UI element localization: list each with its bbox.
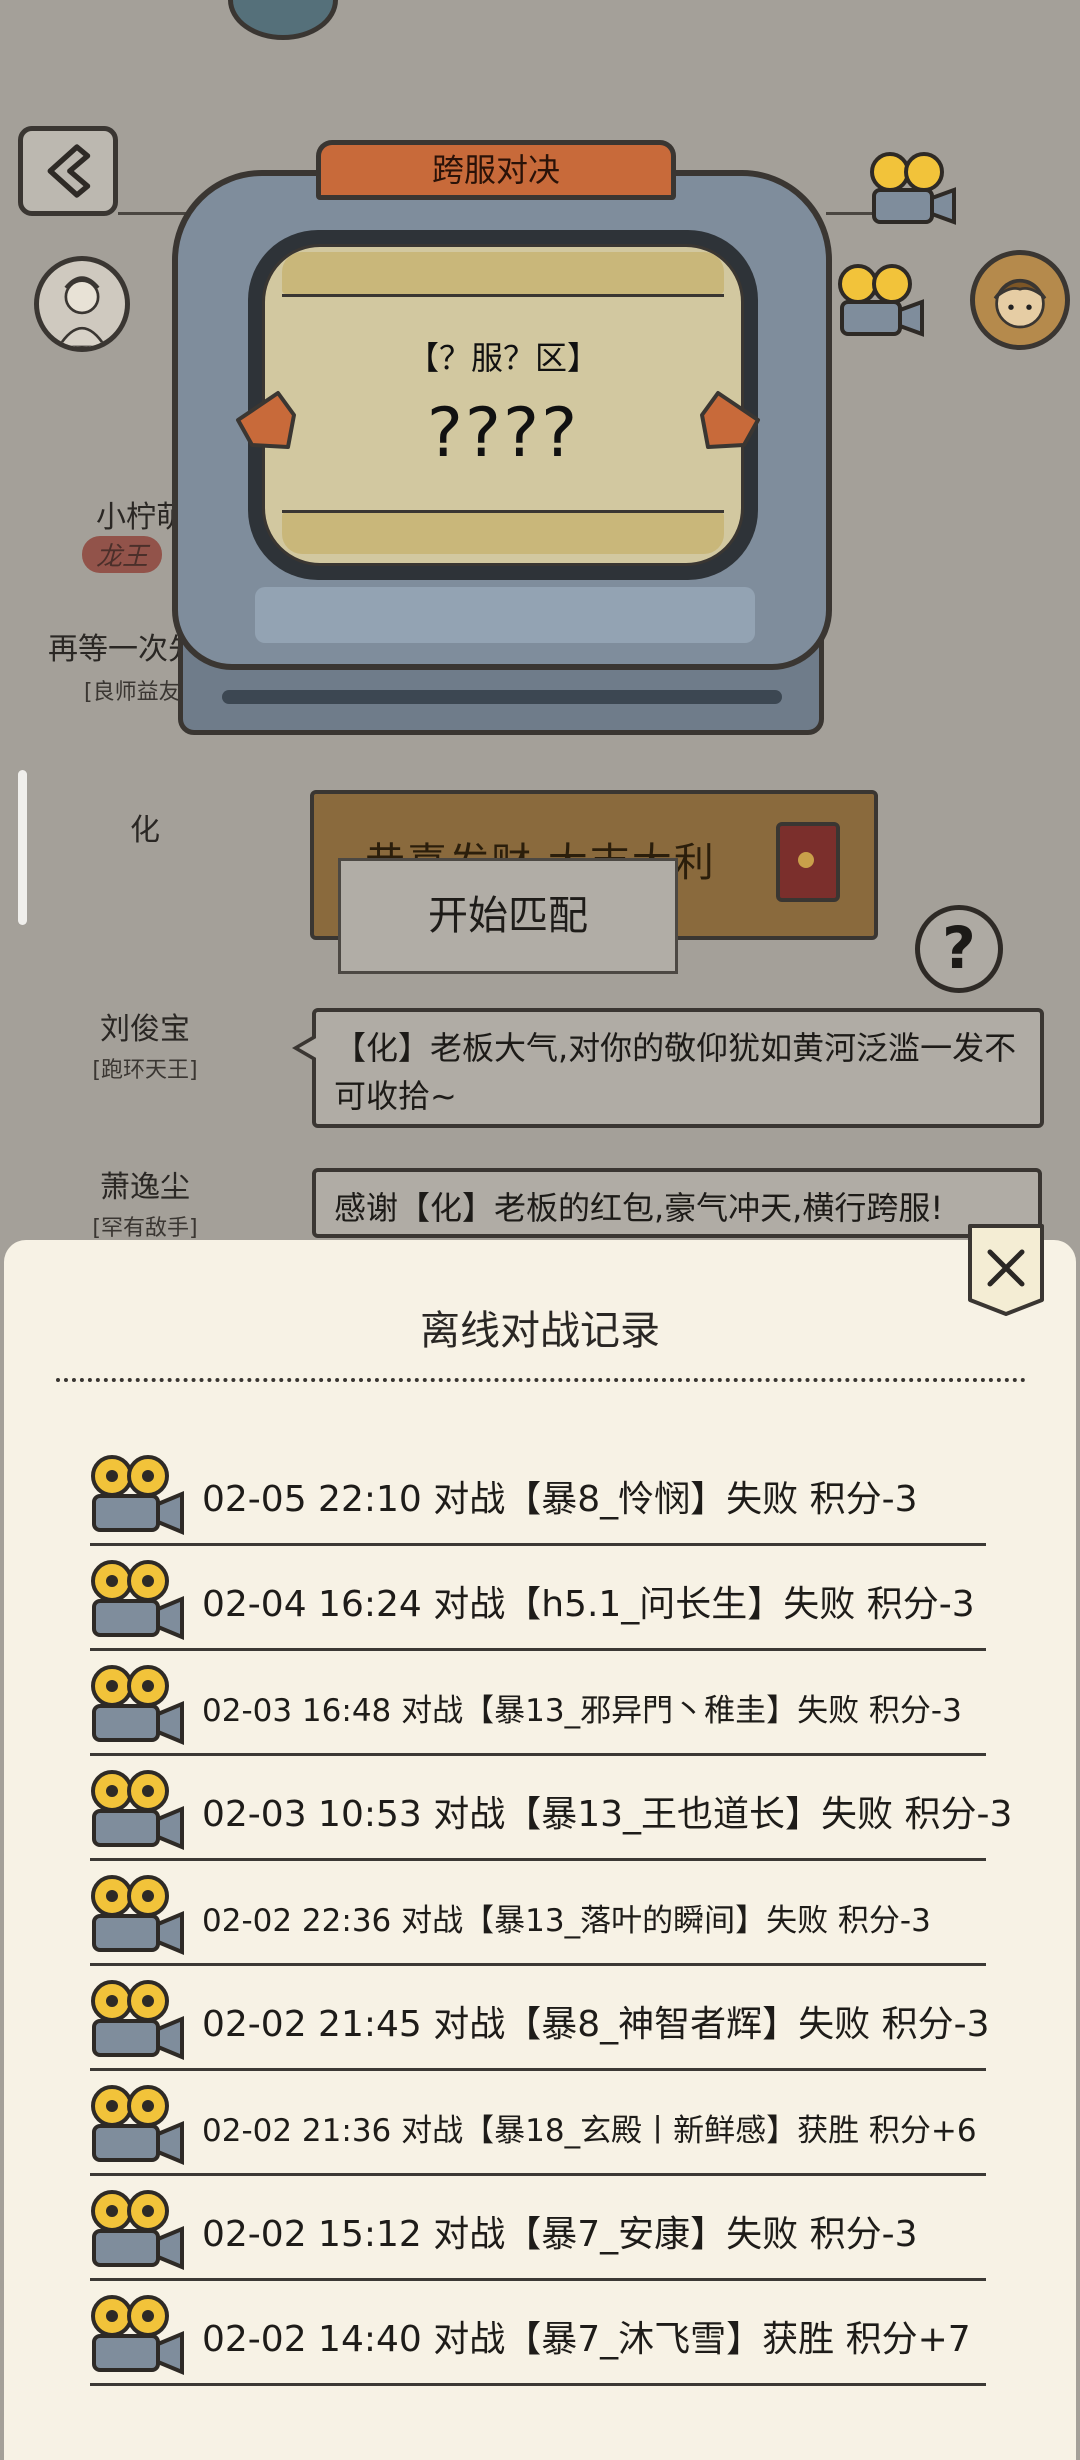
row-divider [90, 1963, 986, 1966]
record-row[interactable]: 02-05 22:10 对战【暴8_怜悯】失败 积分-3 [82, 1446, 986, 1546]
record-row[interactable]: 02-03 16:48 对战【暴13_邪异門丶稚圭】失败 积分-3 [82, 1656, 986, 1756]
opponent-label: ???? [426, 394, 580, 473]
red-envelope-icon[interactable] [776, 822, 840, 902]
record-row[interactable]: 02-02 21:36 对战【暴18_玄殿丨新鲜感】获胜 积分+6 [82, 2076, 986, 2176]
chat-message: 感谢【化】老板的红包,豪气冲天,横行跨服! [312, 1168, 1042, 1238]
record-text: 02-03 16:48 对战【暴13_邪异門丶稚圭】失败 积分-3 [202, 1693, 962, 1729]
player-avatar-right[interactable] [970, 250, 1070, 350]
player-name: 化 [130, 813, 160, 848]
video-camera-icon[interactable] [82, 1557, 186, 1645]
record-text: 02-05 22:10 对战【暴8_怜悯】失败 积分-3 [202, 1479, 918, 1520]
chevron-left-icon [47, 144, 91, 198]
video-camera-icon[interactable] [82, 2187, 186, 2275]
record-text: 02-02 21:45 对战【暴8_神智者辉】失败 积分-3 [202, 2004, 990, 2045]
screen-reel-bottom [282, 512, 724, 554]
screen-reel-top [282, 252, 724, 294]
machine-panel [255, 587, 755, 643]
row-divider [90, 1543, 986, 1546]
player-title: [罕有敌手] [92, 1216, 198, 1241]
video-camera-icon[interactable] [82, 2292, 186, 2380]
record-row[interactable]: 02-02 15:12 对战【暴7_安康】失败 积分-3 [82, 2181, 986, 2281]
record-text: 02-02 15:12 对战【暴7_安康】失败 积分-3 [202, 2214, 918, 2255]
player-avatar-left[interactable] [34, 256, 130, 352]
machine-slot [222, 690, 782, 704]
modal-title: 离线对战记录 [420, 1308, 660, 1354]
video-camera-icon[interactable] [82, 1977, 186, 2065]
machine-title: 跨服对决 [316, 140, 676, 200]
header-rule-left [118, 212, 188, 215]
row-divider [90, 2068, 986, 2071]
record-text: 02-04 16:24 对战【h5.1_问长生】失败 积分-3 [202, 1584, 975, 1625]
video-camera-icon[interactable] [82, 1872, 186, 1960]
server-label: 【？服？区】 [406, 339, 599, 377]
video-camera-icon[interactable] [82, 2082, 186, 2170]
record-row[interactable]: 02-02 21:45 对战【暴8_神智者辉】失败 积分-3 [82, 1971, 990, 2071]
video-camera-icon[interactable] [82, 1452, 186, 1540]
arrow-right-icon [696, 385, 768, 455]
record-text: 02-03 10:53 对战【暴13_王也道长】失败 积分-3 [202, 1794, 1013, 1835]
arrow-left-icon [228, 385, 300, 455]
modal-divider [56, 1378, 1026, 1382]
record-text: 02-02 21:36 对战【暴18_玄殿丨新鲜感】获胜 积分+6 [202, 2113, 977, 2149]
row-divider [90, 2383, 986, 2386]
start-match-button[interactable]: 开始匹配 [338, 858, 678, 974]
row-divider [90, 1648, 986, 1651]
screen-divider [282, 510, 724, 513]
player-seal: 龙王 [82, 536, 163, 573]
video-camera-icon[interactable] [82, 1767, 186, 1855]
back-button[interactable] [18, 126, 118, 216]
camera-icon[interactable] [830, 262, 926, 344]
record-row[interactable]: 02-02 22:36 对战【暴13_落叶的瞬间】失败 积分-3 [82, 1866, 986, 1966]
record-row[interactable]: 02-02 14:40 对战【暴7_沐飞雪】获胜 积分+7 [82, 2286, 986, 2386]
record-row[interactable]: 02-03 10:53 对战【暴13_王也道长】失败 积分-3 [82, 1761, 1012, 1861]
camera-icon[interactable] [862, 150, 958, 232]
row-divider [90, 1858, 986, 1861]
player-name: 萧逸尘 [100, 1170, 190, 1205]
top-decoration [228, 0, 338, 40]
player-name: 刘俊宝 [100, 1012, 190, 1047]
row-divider [90, 2173, 986, 2176]
screen-divider [282, 294, 724, 297]
record-text: 02-02 22:36 对战【暴13_落叶的瞬间】失败 积分-3 [202, 1903, 931, 1939]
row-divider [90, 1753, 986, 1756]
scrollbar[interactable] [18, 770, 27, 925]
help-button[interactable]: ? [915, 905, 1003, 993]
player-title: [跑环天王] [92, 1058, 198, 1083]
chat-message: 【化】老板大气,对你的敬仰犹如黄河泛滥一发不可收拾~ [292, 1008, 1044, 1128]
record-text: 02-02 14:40 对战【暴7_沐飞雪】获胜 积分+7 [202, 2319, 971, 2360]
row-divider [90, 2278, 986, 2281]
record-row[interactable]: 02-04 16:24 对战【h5.1_问长生】失败 积分-3 [82, 1551, 986, 1651]
video-camera-icon[interactable] [82, 1662, 186, 1750]
